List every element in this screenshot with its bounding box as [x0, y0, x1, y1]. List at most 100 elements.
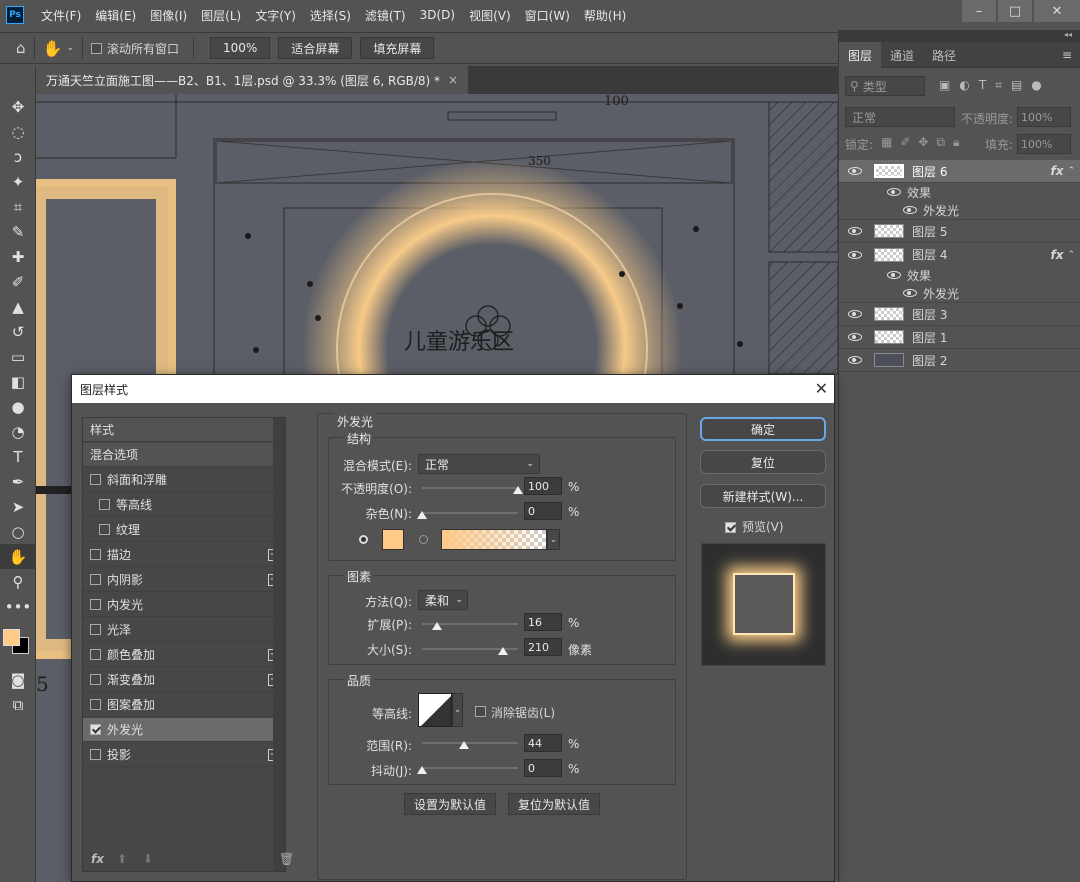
hand-tool-icon[interactable]: ✋: [0, 544, 36, 569]
bevel-checkbox[interactable]: [90, 474, 101, 485]
effect-row[interactable]: 外发光: [839, 284, 1080, 303]
history-brush-icon[interactable]: ↺: [0, 319, 36, 344]
ellipse-tool-icon[interactable]: ○: [0, 519, 36, 544]
outer-glow-checkbox[interactable]: [90, 724, 101, 735]
collapse-panel-icon[interactable]: ◂◂: [839, 30, 1080, 42]
effect-row[interactable]: 外发光: [839, 201, 1080, 220]
jitter-input[interactable]: 0: [524, 759, 562, 777]
style-item-blending-options[interactable]: 混合选项: [83, 443, 285, 467]
panel-menu-icon[interactable]: ≡: [1054, 42, 1080, 67]
zoom-100-button[interactable]: 100%: [210, 37, 271, 59]
range-slider[interactable]: [422, 742, 518, 744]
delete-icon[interactable]: 🗑︎: [279, 852, 294, 866]
size-slider-knob[interactable]: [497, 647, 508, 655]
menu-help[interactable]: 帮助(H): [584, 7, 626, 24]
path-select-icon[interactable]: ➤: [0, 494, 36, 519]
adjust-filter-icon[interactable]: ◐: [959, 78, 969, 93]
menu-view[interactable]: 视图(V): [469, 7, 511, 24]
stroke-checkbox[interactable]: [90, 549, 101, 560]
contour-preview[interactable]: [418, 693, 452, 727]
lock-paint-icon[interactable]: ✐: [900, 135, 910, 150]
eye-icon[interactable]: [848, 250, 862, 259]
style-item-bevel-emboss[interactable]: 斜面和浮雕: [83, 468, 285, 492]
make-default-button[interactable]: 设置为默认值: [404, 793, 496, 815]
move-tool-icon[interactable]: ✥: [0, 94, 36, 119]
eye-icon[interactable]: [848, 333, 862, 341]
reset-button[interactable]: 复位: [700, 450, 826, 474]
eye-icon[interactable]: [887, 271, 901, 279]
eyedropper-icon[interactable]: ✎: [0, 219, 36, 244]
scroll-all-checkbox[interactable]: [91, 42, 102, 54]
jitter-slider-knob[interactable]: [417, 766, 427, 774]
noise-slider-knob[interactable]: [417, 511, 427, 519]
spread-input[interactable]: 16: [524, 613, 562, 631]
eye-icon[interactable]: [848, 227, 862, 235]
fx-icon[interactable]: fx: [1050, 248, 1063, 262]
effects-row[interactable]: 效果: [839, 266, 1080, 284]
blend-mode-select[interactable]: 正常 ⌄: [418, 454, 540, 474]
tab-channels[interactable]: 通道: [881, 42, 923, 68]
style-item-drop-shadow[interactable]: 投影+: [83, 743, 285, 767]
noise-input[interactable]: 0: [524, 502, 562, 520]
gradient-radio[interactable]: [419, 535, 428, 544]
style-item-stroke[interactable]: 描边+: [83, 543, 285, 567]
style-item-gradient-overlay[interactable]: 渐变叠加+: [83, 668, 285, 692]
style-item-contour[interactable]: 等高线: [83, 493, 285, 517]
menu-layer[interactable]: 图层(L): [201, 7, 241, 24]
move-up-icon[interactable]: ⬆: [117, 852, 127, 866]
noise-slider[interactable]: [422, 512, 518, 514]
menu-type[interactable]: 文字(Y): [255, 7, 296, 24]
gradient-overlay-checkbox[interactable]: [90, 674, 101, 685]
eye-icon[interactable]: [848, 167, 862, 175]
new-style-button[interactable]: 新建样式(W)...: [700, 484, 826, 508]
style-item-pattern-overlay[interactable]: 图案叠加: [83, 693, 285, 717]
style-item-satin[interactable]: 光泽: [83, 618, 285, 642]
layer-row[interactable]: 图层 2: [839, 349, 1080, 372]
opacity-input[interactable]: 100: [524, 477, 562, 495]
gradient-tool-icon[interactable]: ◧: [0, 369, 36, 394]
image-filter-icon[interactable]: ▣: [939, 78, 950, 93]
tab-paths[interactable]: 路径: [923, 42, 965, 68]
inner-shadow-checkbox[interactable]: [90, 574, 101, 585]
anti-alias-checkbox[interactable]: [475, 706, 486, 717]
shape-filter-icon[interactable]: ⌗: [995, 78, 1002, 93]
chevron-down-icon[interactable]: ⌄: [452, 693, 463, 727]
technique-select[interactable]: 柔和 ⌄: [418, 590, 468, 610]
size-input[interactable]: 210: [524, 638, 562, 656]
satin-checkbox[interactable]: [90, 624, 101, 635]
fx-icon[interactable]: fx: [1050, 164, 1063, 178]
layer-row[interactable]: 图层 4 fx ⌃: [839, 243, 1080, 266]
style-item-styles[interactable]: 样式: [83, 418, 285, 442]
zoom-tool-icon[interactable]: ⚲: [0, 569, 36, 594]
layer-row[interactable]: 图层 5: [839, 220, 1080, 243]
screen-mode-icon[interactable]: ⧉: [0, 692, 36, 717]
filter-toggle-icon[interactable]: ●: [1031, 78, 1041, 93]
crop-tool-icon[interactable]: ⌗: [0, 194, 36, 219]
eye-icon[interactable]: [848, 356, 862, 364]
style-item-color-overlay[interactable]: 颜色叠加+: [83, 643, 285, 667]
blend-mode-select[interactable]: 正常: [845, 107, 955, 127]
minimize-button[interactable]: –: [962, 0, 996, 22]
lock-artboard-icon[interactable]: ⧉: [936, 135, 945, 150]
eye-icon[interactable]: [903, 206, 917, 214]
dodge-tool-icon[interactable]: ◔: [0, 419, 36, 444]
lasso-tool-icon[interactable]: ↄ: [0, 144, 36, 169]
eye-icon[interactable]: [903, 289, 917, 297]
lock-pixels-icon[interactable]: ▦: [881, 135, 892, 150]
layer-filter-select[interactable]: ⚲ 类型: [845, 76, 925, 96]
tab-layers[interactable]: 图层: [839, 42, 882, 68]
healing-brush-icon[interactable]: ✚: [0, 244, 36, 269]
style-item-inner-shadow[interactable]: 内阴影+: [83, 568, 285, 592]
restore-button[interactable]: □: [998, 0, 1032, 22]
menu-select[interactable]: 选择(S): [310, 7, 351, 24]
fill-input[interactable]: 100%: [1017, 134, 1071, 154]
more-tools-icon[interactable]: •••: [0, 594, 36, 619]
inner-glow-checkbox[interactable]: [90, 599, 101, 610]
fill-screen-button[interactable]: 填充屏幕: [360, 37, 435, 59]
lock-position-icon[interactable]: ✥: [918, 135, 928, 150]
reset-default-button[interactable]: 复位为默认值: [508, 793, 600, 815]
quick-mask-icon[interactable]: ◙: [0, 667, 36, 692]
lock-all-icon[interactable]: 🔒︎: [953, 135, 959, 150]
type-filter-icon[interactable]: T: [979, 78, 986, 93]
chevron-up-icon[interactable]: ⌃: [1067, 250, 1075, 260]
